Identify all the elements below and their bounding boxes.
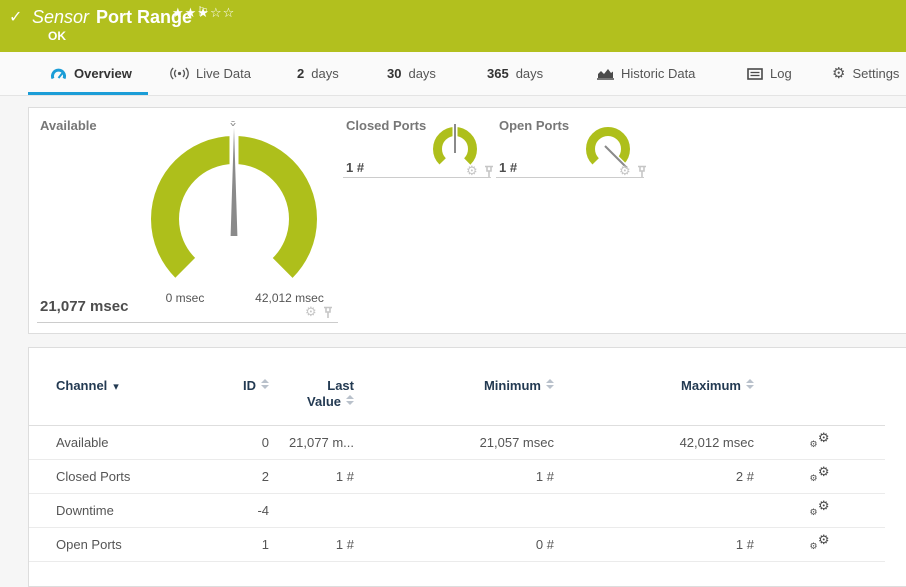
tab-live-data-label: Live Data [196, 66, 251, 81]
tab-365-days-number: 365 [487, 66, 509, 81]
column-header-minimum-label: Minimum [483, 378, 541, 393]
tab-settings[interactable]: ⚙ Settings [832, 52, 899, 95]
overview-gauges-panel: Available x̄ 0 msec 42,012 msec 21,077 m… [28, 107, 906, 334]
primary-gauge-scale-min: 0 msec [165, 291, 205, 305]
priority-stars[interactable]: ★★★☆☆ [172, 6, 235, 21]
column-header-channel-label: Channel [56, 378, 108, 393]
primary-gauge-scale-max: 42,012 msec [255, 291, 324, 305]
status-ok-check-icon: ✓ [9, 7, 23, 26]
closed-ports-gauge-value: 1 # [346, 160, 365, 175]
channel-settings-gears-icon[interactable]: ⚙ ⚙ [810, 534, 830, 552]
sort-icon [261, 379, 269, 389]
channel-settings-gears-icon[interactable]: ⚙ ⚙ [810, 466, 830, 484]
channels-table-panel: Channel ▾ ID Last Value Minimum Maximum [28, 347, 906, 587]
cell-divider [496, 177, 644, 178]
table-row-open-ports[interactable]: Open Ports 1 1 # 0 # 1 # ⚙ ⚙ [29, 527, 885, 562]
channel-last-value: 1 # [269, 459, 354, 494]
channel-name[interactable]: Open Ports [29, 527, 214, 562]
channel-maximum [554, 493, 754, 528]
tab-overview-label: Overview [74, 66, 132, 81]
column-header-id[interactable]: ID [214, 378, 269, 426]
open-ports-gauge-value: 1 # [499, 160, 518, 175]
tab-historic-data-label: Historic Data [621, 66, 696, 81]
tab-settings-label: Settings [852, 66, 900, 81]
table-row-available[interactable]: Available 0 21,077 m... 21,057 msec 42,0… [29, 425, 885, 460]
sensor-status-badge: OK [48, 29, 66, 43]
column-header-maximum[interactable]: Maximum [554, 378, 754, 426]
sort-icon [746, 379, 754, 389]
tab-2-days[interactable]: 2 days [297, 52, 339, 95]
column-header-id-label: ID [243, 378, 256, 393]
closed-ports-gauge-title: Closed Ports [346, 118, 427, 133]
sort-direction-caret-icon: ▾ [113, 380, 119, 393]
gauge-gear-icon[interactable]: ⚙ [305, 306, 317, 319]
tab-30-days[interactable]: 30 days [387, 52, 436, 95]
channel-minimum: 1 # [354, 459, 554, 494]
active-tab-underline [28, 92, 148, 95]
tab-log[interactable]: Log [747, 52, 792, 95]
column-header-value-label: Value [307, 394, 341, 410]
open-ports-gauge-title: Open Ports [499, 118, 570, 133]
tab-bar: Overview Live Data 2 days 30 days 365 da… [0, 52, 906, 96]
column-header-actions [754, 378, 885, 426]
pin-icon[interactable] [323, 306, 333, 319]
log-list-icon [747, 67, 763, 80]
table-row-downtime[interactable]: Downtime -4 ⚙ ⚙ [29, 493, 885, 528]
channel-minimum [354, 493, 554, 528]
gauge-icon [51, 68, 66, 80]
tab-log-label: Log [770, 66, 792, 81]
sort-icon [546, 379, 554, 389]
channel-id: 1 [214, 527, 269, 562]
channel-last-value: 21,077 m... [269, 425, 354, 460]
channel-name[interactable]: Available [29, 425, 214, 460]
sensor-header: ✓ Sensor Port Range ⚐ ★★★☆☆ OK [0, 0, 906, 52]
sensor-type-label: Sensor [32, 7, 90, 27]
channel-minimum: 21,057 msec [354, 425, 554, 460]
column-header-minimum[interactable]: Minimum [354, 378, 554, 426]
primary-gauge-value: 21,077 msec [40, 298, 129, 315]
tab-365-days[interactable]: 365 days [487, 52, 543, 95]
channel-last-value: 1 # [269, 527, 354, 562]
column-header-maximum-label: Maximum [681, 378, 741, 393]
table-row-closed-ports[interactable]: Closed Ports 2 1 # 1 # 2 # ⚙ ⚙ [29, 459, 885, 494]
tab-2-days-number: 2 [297, 66, 305, 81]
channel-settings-gears-icon[interactable]: ⚙ ⚙ [810, 432, 830, 450]
settings-gear-icon: ⚙ [832, 64, 846, 82]
channels-table: Channel ▾ ID Last Value Minimum Maximum [29, 378, 885, 562]
channel-id: 0 [214, 425, 269, 460]
tab-2-days-label: days [311, 66, 339, 81]
cell-divider [37, 322, 338, 323]
channel-settings-gears-icon[interactable]: ⚙ ⚙ [810, 500, 830, 518]
cell-divider [343, 177, 491, 178]
historic-chart-icon [597, 69, 614, 80]
tab-overview[interactable]: Overview [50, 52, 132, 95]
column-header-last-label: Last [327, 378, 354, 393]
channel-maximum: 42,012 msec [554, 425, 754, 460]
channel-name[interactable]: Downtime [29, 493, 214, 528]
tab-live-data[interactable]: Live Data [170, 52, 251, 95]
channel-id: 2 [214, 459, 269, 494]
tab-365-days-label: days [515, 66, 544, 81]
live-data-icon [170, 67, 189, 80]
channel-maximum: 1 # [554, 527, 754, 562]
primary-gauge [151, 126, 317, 302]
tab-30-days-number: 30 [387, 66, 402, 81]
channel-id: -4 [214, 493, 269, 528]
column-header-last-value[interactable]: Last Value [269, 378, 354, 426]
sort-icon [346, 395, 354, 406]
channel-name[interactable]: Closed Ports [29, 459, 214, 494]
column-header-channel[interactable]: Channel ▾ [29, 378, 214, 426]
table-header-row: Channel ▾ ID Last Value Minimum Maximum [29, 378, 885, 426]
tab-30-days-label: days [408, 66, 436, 81]
channel-minimum: 0 # [354, 527, 554, 562]
tab-historic-data[interactable]: Historic Data [597, 52, 695, 95]
primary-gauge-actions: ⚙ [305, 306, 333, 319]
channel-last-value [269, 493, 354, 528]
channel-maximum: 2 # [554, 459, 754, 494]
primary-gauge-title: Available [40, 118, 97, 133]
